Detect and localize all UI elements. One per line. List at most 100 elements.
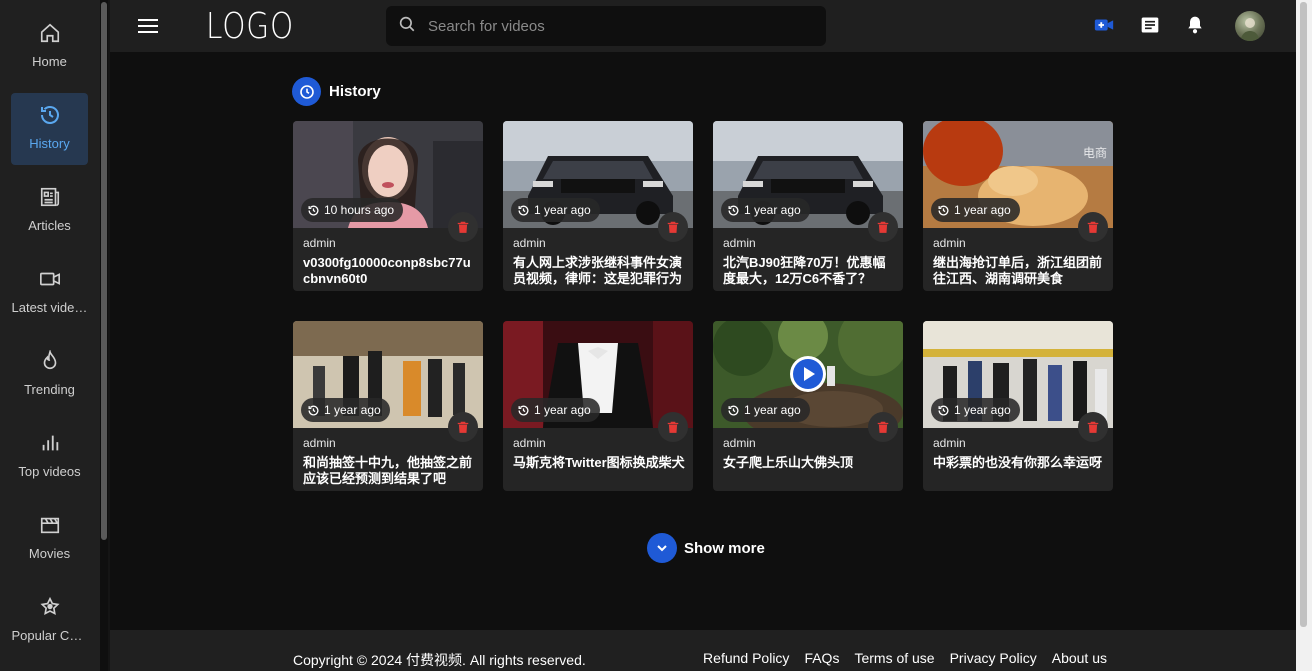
delete-button[interactable]: [658, 412, 688, 442]
bell-icon[interactable]: [1184, 14, 1206, 36]
trash-icon: [667, 421, 679, 433]
sidebar-item-articles[interactable]: Articles: [11, 175, 88, 247]
time-label: 1 year ago: [534, 203, 591, 217]
sidebar-item-label: History: [29, 136, 70, 151]
video-title[interactable]: 继出海抢订单后，浙江组团前往江西、湖南调研美食: [933, 255, 1105, 287]
page-scrollbar[interactable]: [1296, 0, 1312, 671]
search-icon[interactable]: [398, 15, 416, 38]
delete-button[interactable]: [868, 412, 898, 442]
about-us-link[interactable]: About us: [1052, 650, 1107, 666]
search-input[interactable]: [428, 17, 808, 35]
history-icon: [308, 405, 319, 415]
upload-video-icon[interactable]: [1093, 14, 1115, 36]
time-badge: 1 year ago: [931, 398, 1020, 422]
section-header: History: [292, 77, 381, 106]
time-label: 1 year ago: [744, 403, 801, 417]
video-title[interactable]: 女子爬上乐山大佛头顶: [723, 455, 895, 471]
video-card[interactable]: 1 year ago admin 女子爬上乐山大佛头顶: [713, 321, 903, 491]
video-title[interactable]: 和尚抽签十中九，他抽签之前应该已经预测到结果了吧: [303, 455, 475, 487]
video-card[interactable]: 电商 1 year ago admin 继出海抢订单后，浙江组团前往江西、湖南调研美食: [923, 121, 1113, 291]
author-name[interactable]: admin: [933, 436, 966, 450]
privacy-policy-link[interactable]: Privacy Policy: [950, 650, 1037, 666]
sidebar-item-label: Articles: [28, 218, 71, 233]
author-name[interactable]: admin: [723, 236, 756, 250]
delete-button[interactable]: [658, 212, 688, 242]
author-name[interactable]: admin: [303, 236, 336, 250]
author-name[interactable]: admin: [513, 436, 546, 450]
video-title[interactable]: 马斯克将Twitter图标换成柴犬: [513, 455, 685, 471]
faqs-link[interactable]: FAQs: [804, 650, 839, 666]
video-card[interactable]: 1 year ago admin 北汽BJ90狂降70万！优惠幅度最大，12万C6不…: [713, 121, 903, 291]
sidebar-item-label: Latest videos: [11, 300, 88, 315]
video-card[interactable]: 1 year ago admin 中彩票的也没有你那么幸运呀: [923, 321, 1113, 491]
star-badge-icon: [38, 595, 62, 619]
avatar[interactable]: [1235, 11, 1265, 41]
sidebar-item-trending[interactable]: Trending: [11, 339, 88, 411]
delete-button[interactable]: [1078, 212, 1108, 242]
delete-button[interactable]: [448, 412, 478, 442]
scrollbar-thumb[interactable]: [1300, 2, 1307, 627]
article-post-icon[interactable]: [1139, 14, 1161, 36]
sidebar-item-label: Trending: [24, 382, 75, 397]
menu-icon[interactable]: [138, 16, 158, 36]
video-title[interactable]: 北汽BJ90狂降70万！优惠幅度最大，12万C6不香了？: [723, 255, 895, 287]
sidebar-item-home[interactable]: Home: [11, 11, 88, 83]
time-badge: 1 year ago: [931, 198, 1020, 222]
author-name[interactable]: admin: [723, 436, 756, 450]
play-icon[interactable]: [790, 356, 826, 392]
time-label: 1 year ago: [954, 403, 1011, 417]
video-card[interactable]: 10 hours ago admin v0300fg10000conp8sbc77u…: [293, 121, 483, 291]
sidebar-item-movies[interactable]: Movies: [11, 503, 88, 575]
video-card[interactable]: 1 year ago admin 有人网上求涉张继科事件女演员视频，律师：这是犯罪行…: [503, 121, 693, 291]
sidebar-item-latest-videos[interactable]: Latest videos: [11, 257, 88, 329]
video-icon: [38, 267, 62, 291]
sidebar-item-popular-channels[interactable]: Popular Channels: [11, 585, 88, 657]
sidebar: Home History Articles Latest videos Tren…: [0, 0, 100, 671]
history-icon: [518, 405, 529, 415]
video-card[interactable]: 1 year ago admin 和尚抽签十中九，他抽签之前应该已经预测到结果了吧: [293, 321, 483, 491]
time-badge: 1 year ago: [511, 198, 600, 222]
show-more-label: Show more: [684, 539, 765, 557]
delete-button[interactable]: [1078, 412, 1108, 442]
delete-button[interactable]: [868, 212, 898, 242]
sidebar-scrollbar[interactable]: [101, 2, 107, 540]
history-icon: [38, 103, 62, 127]
trash-icon: [457, 221, 469, 233]
author-name[interactable]: admin: [513, 236, 546, 250]
history-icon: [728, 205, 739, 215]
trash-icon: [1087, 421, 1099, 433]
trash-icon: [877, 221, 889, 233]
sidebar-item-label: Movies: [28, 546, 71, 561]
terms-of-use-link[interactable]: Terms of use: [854, 650, 934, 666]
time-label: 10 hours ago: [324, 203, 395, 217]
clapper-icon: [38, 513, 62, 537]
trash-icon: [457, 421, 469, 433]
video-title[interactable]: 有人网上求涉张继科事件女演员视频，律师：这是犯罪行为: [513, 255, 685, 287]
trash-icon: [667, 221, 679, 233]
history-icon: [518, 205, 529, 215]
video-title[interactable]: 中彩票的也没有你那么幸运呀: [933, 455, 1105, 471]
sidebar-item-history[interactable]: History: [11, 93, 88, 165]
svg-text:电商: 电商: [1083, 145, 1107, 160]
sidebar-item-top-videos[interactable]: Top videos: [11, 421, 88, 493]
delete-button[interactable]: [448, 212, 478, 242]
time-badge: 1 year ago: [721, 198, 810, 222]
video-title[interactable]: v0300fg10000conp8sbc77ucbnvn60t0: [303, 255, 475, 287]
refund-policy-link[interactable]: Refund Policy: [703, 650, 789, 666]
sidebar-item-label: Popular Channels: [11, 628, 88, 643]
author-name[interactable]: admin: [303, 436, 336, 450]
time-badge: 1 year ago: [511, 398, 600, 422]
author-name[interactable]: admin: [933, 236, 966, 250]
logo[interactable]: LOGO: [206, 6, 294, 47]
search-bar: [386, 6, 826, 46]
video-card[interactable]: 1 year ago admin 马斯克将Twitter图标换成柴犬: [503, 321, 693, 491]
sidebar-item-label: Home: [32, 54, 67, 69]
trash-icon: [1087, 221, 1099, 233]
time-badge: 10 hours ago: [301, 198, 404, 222]
history-icon: [938, 205, 949, 215]
time-badge: 1 year ago: [721, 398, 810, 422]
show-more-button[interactable]: Show more: [647, 533, 765, 563]
footer-links: Refund Policy FAQs Terms of use Privacy …: [688, 650, 1107, 666]
footer: Copyright © 2024 付费视频. All rights reserv…: [110, 630, 1296, 671]
time-badge: 1 year ago: [301, 398, 390, 422]
